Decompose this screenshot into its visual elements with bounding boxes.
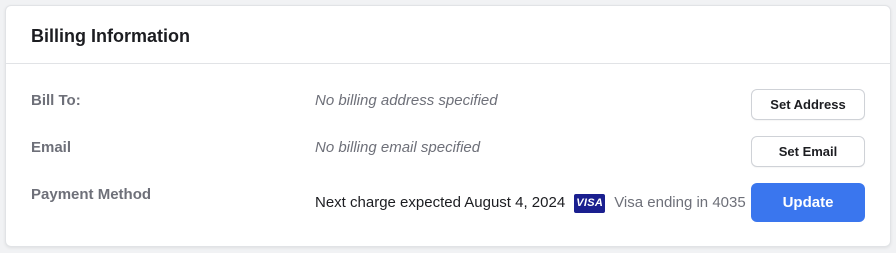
billing-card: Billing Information Bill To: No billing … [5,5,891,247]
card-title: Billing Information [31,26,190,46]
bill-to-label: Bill To: [31,92,81,109]
next-charge-text: Next charge expected August 4, 2024 [315,194,566,211]
email-label: Email [31,139,72,156]
card-header: Billing Information [6,6,890,64]
email-value: No billing email specified [315,139,481,156]
visa-card-icon: VISA [574,193,606,213]
payment-details: Next charge expected August 4, 2024 VISA… [315,192,746,214]
card-ending-text: Visa ending in 4035 [614,194,746,211]
bill-to-value: No billing address specified [315,92,498,109]
set-address-button[interactable]: Set Address [751,89,865,120]
set-email-button[interactable]: Set Email [751,136,865,167]
update-payment-button[interactable]: Update [751,183,865,222]
payment-method-label: Payment Method [31,186,152,203]
